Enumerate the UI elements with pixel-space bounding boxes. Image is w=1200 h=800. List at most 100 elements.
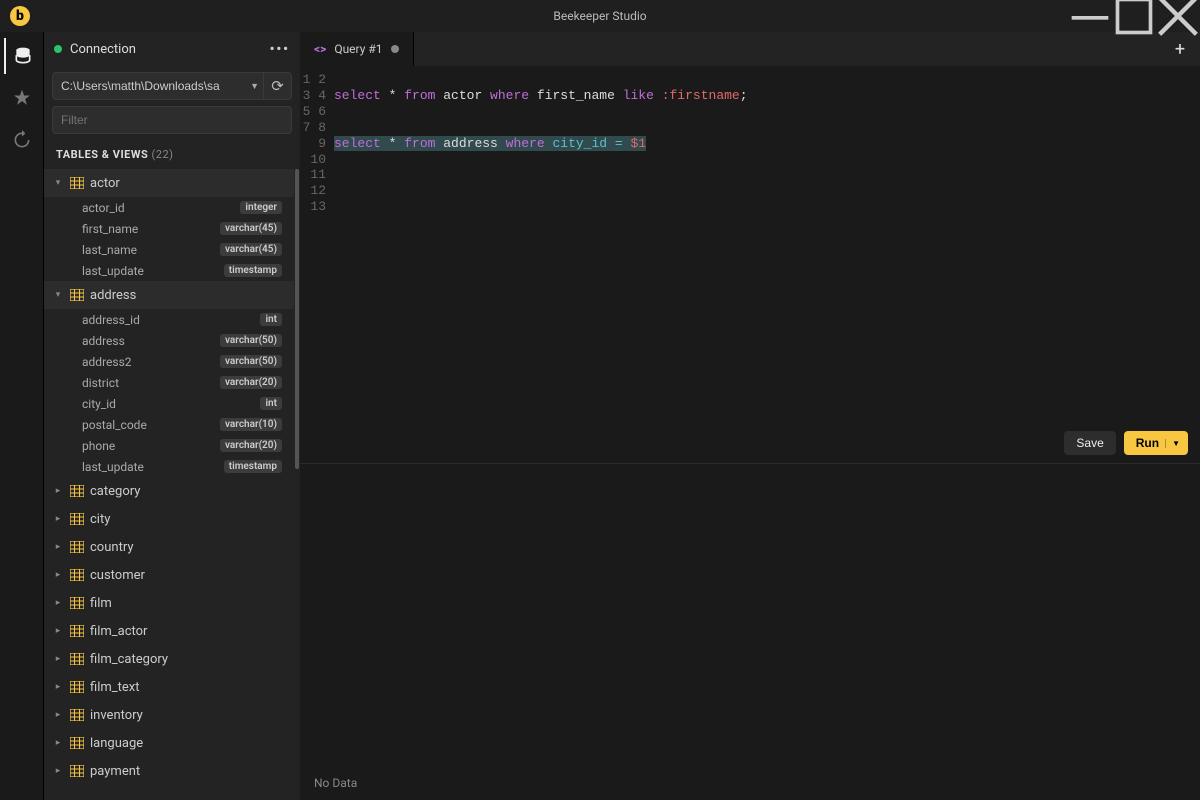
- table-item-country[interactable]: ▸ country: [44, 533, 294, 561]
- column-name: postal_code: [82, 418, 214, 432]
- connection-header[interactable]: Connection •••: [44, 32, 300, 66]
- table-name: address: [90, 288, 136, 303]
- column-row[interactable]: address2 varchar(50): [44, 351, 294, 372]
- column-type-badge: varchar(45): [220, 243, 282, 256]
- column-row[interactable]: city_id int: [44, 393, 294, 414]
- column-type-badge: timestamp: [224, 264, 282, 277]
- table-name: film_category: [90, 652, 168, 667]
- connection-menu-icon[interactable]: •••: [270, 42, 290, 57]
- column-row[interactable]: postal_codevarchar(10): [44, 414, 294, 435]
- workspace: <> Query #1 + 1 2 3 4 5 6 7 8 9 10 11 12…: [300, 32, 1200, 800]
- window-close-button[interactable]: [1156, 0, 1200, 32]
- column-row[interactable]: phonevarchar(20): [44, 435, 294, 456]
- column-name: district: [82, 376, 214, 390]
- chevron-right-icon: ▸: [52, 570, 64, 580]
- rail-database-icon[interactable]: [4, 38, 40, 74]
- column-type-badge: varchar(50): [220, 355, 282, 368]
- column-name: last_update: [82, 460, 218, 474]
- app-title: Beekeeper Studio: [553, 9, 646, 23]
- table-item-film[interactable]: ▸ film: [44, 589, 294, 617]
- window-minimize-button[interactable]: [1068, 0, 1112, 32]
- connection-status-dot-icon: [54, 45, 62, 53]
- table-name: customer: [90, 568, 145, 583]
- sql-editor[interactable]: 1 2 3 4 5 6 7 8 9 10 11 12 13 select * f…: [300, 66, 1200, 464]
- editor-gutter: 1 2 3 4 5 6 7 8 9 10 11 12 13: [300, 72, 334, 463]
- editor-code[interactable]: select * from actor where first_name lik…: [334, 72, 1200, 463]
- results-panel: No Data: [300, 464, 1200, 800]
- column-row[interactable]: actor_idinteger: [44, 197, 294, 218]
- column-type-badge: varchar(20): [220, 376, 282, 389]
- sidebar-scrollbar[interactable]: [295, 169, 299, 469]
- unsaved-indicator-icon: [391, 45, 399, 53]
- column-type-badge: integer: [240, 201, 282, 214]
- column-name: last_update: [82, 264, 218, 278]
- column-type-badge: varchar(50): [220, 334, 282, 347]
- table-item-payment[interactable]: ▸payment: [44, 757, 294, 785]
- table-item-customer[interactable]: ▸ customer: [44, 561, 294, 589]
- chevron-down-icon: ▾: [52, 290, 64, 300]
- chevron-down-icon: ▾: [52, 178, 64, 188]
- column-type-badge: int: [260, 313, 282, 326]
- chevron-right-icon: ▸: [52, 542, 64, 552]
- table-name: city: [90, 512, 110, 527]
- titlebar: b Beekeeper Studio: [0, 0, 1200, 32]
- app-logo-icon: b: [10, 6, 30, 26]
- chevron-right-icon: ▸: [52, 654, 64, 664]
- tabs-row: <> Query #1 +: [300, 32, 1200, 66]
- run-button[interactable]: Run ▼: [1124, 431, 1188, 455]
- table-item-city[interactable]: ▸ city: [44, 505, 294, 533]
- column-name: city_id: [82, 397, 254, 411]
- table-name: film: [90, 596, 112, 611]
- column-name: last_name: [82, 243, 214, 257]
- filter-input[interactable]: [52, 106, 292, 134]
- database-path-selector[interactable]: ▼ ⟳: [52, 72, 292, 100]
- chevron-right-icon: ▸: [52, 514, 64, 524]
- table-item-actor[interactable]: ▾ actor: [44, 169, 294, 197]
- column-type-badge: int: [260, 397, 282, 410]
- code-icon: <>: [314, 42, 326, 56]
- column-type-badge: varchar(45): [220, 222, 282, 235]
- table-name: inventory: [90, 708, 143, 723]
- window-maximize-button[interactable]: [1112, 0, 1156, 32]
- connection-label: Connection: [70, 42, 136, 57]
- table-item-film_actor[interactable]: ▸ film_actor: [44, 617, 294, 645]
- table-item-film_text[interactable]: ▸ film_text: [44, 673, 294, 701]
- table-name: film_text: [90, 680, 139, 695]
- database-path-input[interactable]: [53, 79, 246, 93]
- query-tab[interactable]: <> Query #1: [300, 32, 414, 66]
- column-row[interactable]: addressvarchar(50): [44, 330, 294, 351]
- run-dropdown-icon[interactable]: ▼: [1165, 439, 1180, 448]
- table-item-inventory[interactable]: ▸ inventory: [44, 701, 294, 729]
- column-row[interactable]: first_name varchar(45): [44, 218, 294, 239]
- table-name: actor: [90, 176, 120, 191]
- column-name: address_id: [82, 313, 254, 327]
- refresh-icon[interactable]: ⟳: [263, 73, 291, 99]
- chevron-right-icon: ▸: [52, 626, 64, 636]
- chevron-right-icon: ▸: [52, 486, 64, 496]
- rail-star-icon[interactable]: [4, 80, 40, 116]
- chevron-right-icon: ▸: [52, 710, 64, 720]
- tables-section-label: TABLES & VIEWS (22): [44, 140, 300, 169]
- chevron-right-icon: ▸: [52, 598, 64, 608]
- column-row[interactable]: last_update timestamp: [44, 260, 294, 281]
- table-name: country: [90, 540, 134, 555]
- path-dropdown-icon[interactable]: ▼: [246, 81, 263, 92]
- table-name: film_actor: [90, 624, 147, 639]
- editor-actions: Save Run ▼: [1064, 431, 1188, 455]
- chevron-right-icon: ▸: [52, 682, 64, 692]
- table-item-address[interactable]: ▾ address: [44, 281, 294, 309]
- column-row[interactable]: address_id int: [44, 309, 294, 330]
- table-item-film_category[interactable]: ▸ film_category: [44, 645, 294, 673]
- rail-history-icon[interactable]: [4, 122, 40, 158]
- save-button[interactable]: Save: [1064, 431, 1115, 455]
- window-controls: [1068, 0, 1200, 32]
- column-row[interactable]: last_name varchar(45): [44, 239, 294, 260]
- chevron-right-icon: ▸: [52, 738, 64, 748]
- column-name: address2: [82, 355, 214, 369]
- table-item-category[interactable]: ▸category: [44, 477, 294, 505]
- table-item-language[interactable]: ▸language: [44, 729, 294, 757]
- column-row[interactable]: last_updatetimestamp: [44, 456, 294, 477]
- table-name: payment: [90, 764, 140, 779]
- column-name: first_name: [82, 222, 214, 236]
- column-row[interactable]: district varchar(20): [44, 372, 294, 393]
